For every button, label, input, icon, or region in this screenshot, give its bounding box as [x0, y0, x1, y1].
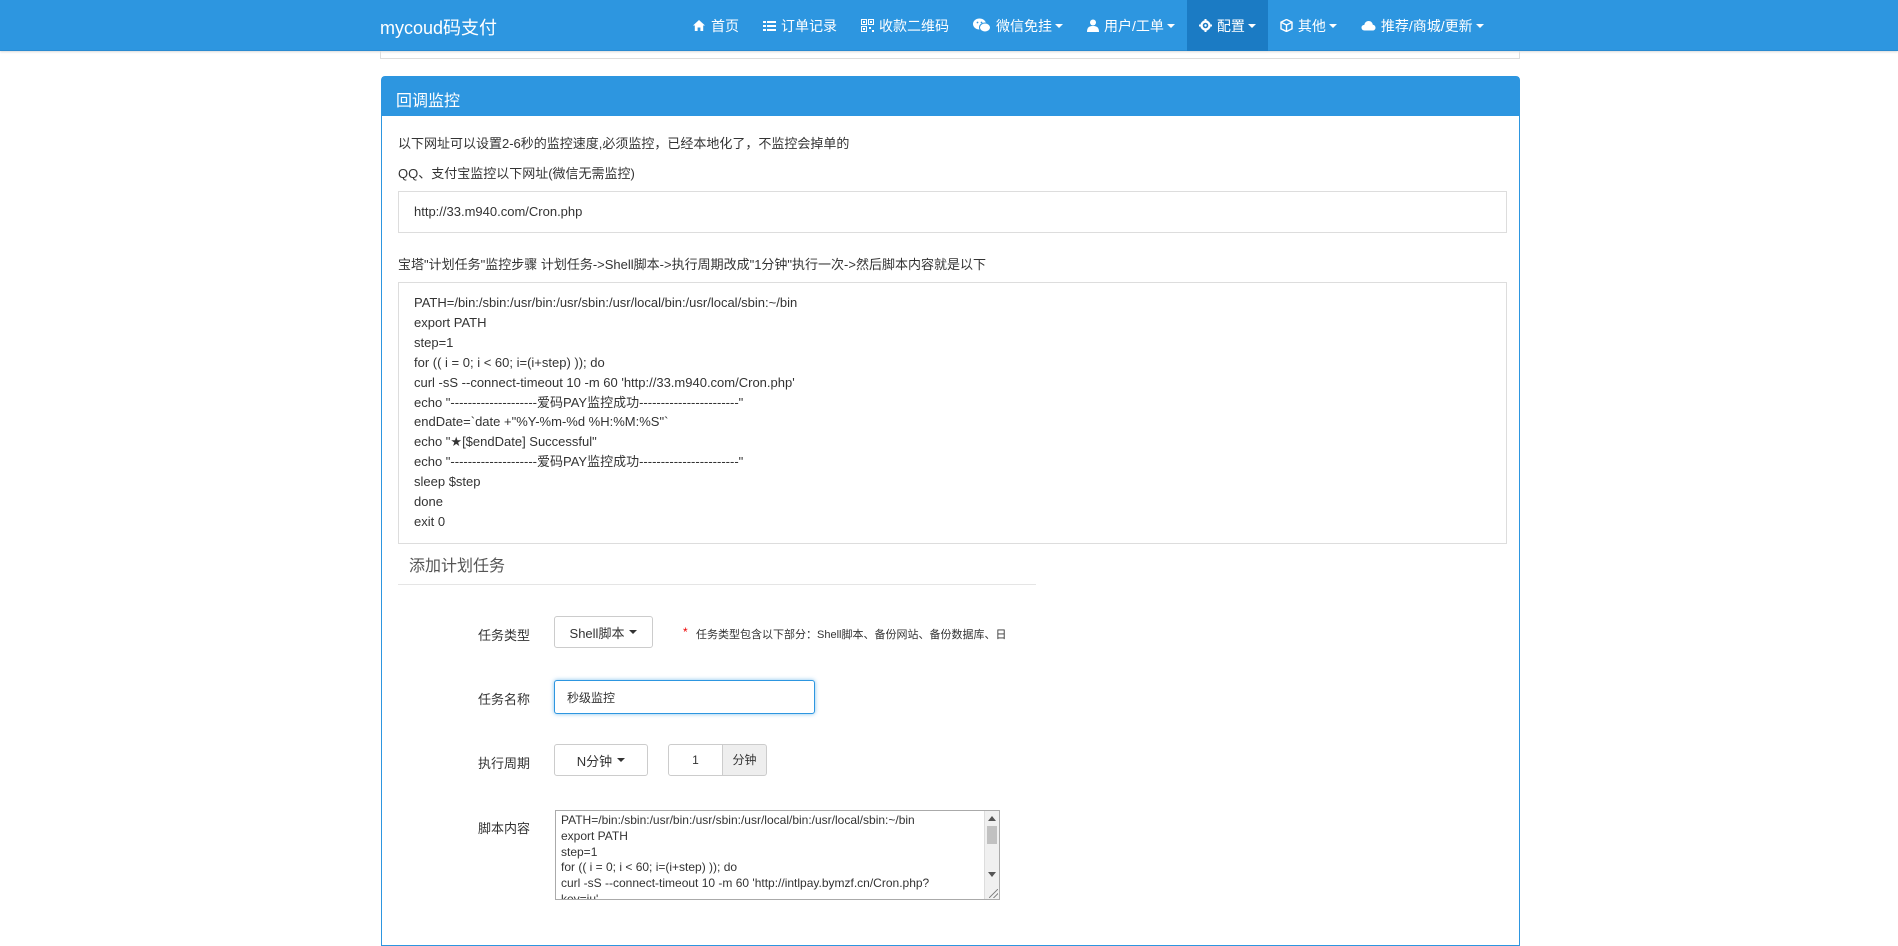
nav-users[interactable]: 用户/工单	[1075, 0, 1187, 51]
nav-wechat[interactable]: 微信免挂	[961, 0, 1075, 51]
code-line: echo "--------------------爱码PAY监控成功-----…	[414, 454, 744, 470]
user-icon	[1087, 19, 1099, 32]
script-line: for (( i = 0; i < 60; i=(i+step) )); do	[561, 860, 738, 875]
chevron-down-icon	[1166, 23, 1175, 28]
monitor-url-box[interactable]: http://33.m940.com/Cron.php	[398, 191, 1507, 233]
task-type-value: Shell脚本	[569, 625, 625, 641]
wechat-icon	[973, 18, 991, 33]
task-name-input[interactable]: 秒级监控	[554, 680, 815, 714]
script-line: export PATH	[561, 828, 628, 843]
monitor-url-notice: QQ、支付宝监控以下网址(微信无需监控)	[398, 166, 635, 181]
brand-title[interactable]: mycoud码支付	[380, 14, 497, 40]
task-type-hint: 任务类型包含以下部分：Shell脚本、备份网站、备份数据库、日	[696, 629, 1007, 641]
qrcode-icon	[861, 19, 874, 32]
code-line: curl -sS --connect-timeout 10 -m 60 'htt…	[414, 374, 795, 390]
previous-panel-edge	[380, 51, 1520, 59]
nav-home[interactable]: 首页	[680, 0, 751, 51]
nav-qrcode[interactable]: 收款二维码	[849, 0, 961, 51]
chevron-down-icon	[1055, 23, 1063, 28]
task-type-label: 任务类型	[478, 628, 531, 643]
monitor-notice: 以下网址可以设置2-6秒的监控速度,必须监控，已经本地化了，不监控会掉单的	[398, 136, 850, 151]
code-line: step=1	[414, 334, 454, 350]
script-line: PATH=/bin:/sbin:/usr/bin:/usr/sbin:/usr/…	[561, 813, 915, 827]
nav-other[interactable]: 其他	[1268, 0, 1349, 51]
period-number-input[interactable]: 1	[668, 744, 723, 776]
nav-config-label: 配置	[1216, 17, 1245, 34]
chevron-down-icon	[1247, 23, 1256, 28]
gear-icon	[1198, 19, 1212, 32]
code-line: PATH=/bin:/sbin:/usr/bin:/usr/sbin:/usr/…	[414, 295, 798, 310]
chevron-down-icon	[617, 758, 626, 762]
period-dropdown[interactable]: N分钟	[554, 744, 648, 776]
code-line: done	[414, 494, 443, 510]
period-label: 执行周期	[478, 756, 531, 771]
chevron-down-icon	[629, 630, 638, 634]
nav-home-label: 首页	[711, 17, 739, 34]
list-icon	[763, 20, 776, 31]
panel-title: 回调监控	[382, 77, 1519, 116]
add-task-title: 添加计划任务	[409, 558, 506, 575]
nav-users-label: 用户/工单	[1104, 17, 1164, 34]
nav-orders[interactable]: 订单记录	[751, 0, 849, 51]
nav-qrcode-label: 收款二维码	[879, 17, 949, 34]
code-line: export PATH	[414, 314, 487, 330]
scroll-thumb[interactable]	[987, 826, 997, 844]
cloud-icon	[1361, 21, 1376, 31]
main-nav: 首页 订单记录 收款二维码 微信免挂 用户/工单 配置 其他 推荐/商城/更新	[680, 0, 1496, 51]
task-type-dropdown[interactable]: Shell脚本	[554, 616, 653, 648]
scroll-down-icon[interactable]	[988, 872, 996, 877]
chevron-down-icon	[1475, 23, 1484, 28]
textarea-scrollbar[interactable]	[984, 811, 999, 899]
script-line: step=1	[561, 844, 598, 859]
script-line: key=ju'	[561, 891, 599, 900]
code-line: endDate=`date +"%Y-%m-%d %H:%M:%S"`	[414, 414, 669, 430]
code-line: for (( i = 0; i < 60; i=(i+step) )); do	[414, 354, 605, 370]
required-star: *	[683, 625, 688, 639]
nav-wechat-label: 微信免挂	[996, 17, 1052, 34]
callback-monitor-panel: 回调监控 以下网址可以设置2-6秒的监控速度,必须监控，已经本地化了，不监控会掉…	[381, 76, 1520, 946]
home-icon	[693, 20, 705, 31]
resize-handle-icon[interactable]	[989, 889, 998, 898]
code-line: echo "★[$endDate] Successful"	[414, 434, 597, 450]
top-navbar: mycoud码支付 首页 订单记录 收款二维码 微信免挂 用户/工单 配置 其他…	[0, 0, 1898, 51]
script-textarea[interactable]: PATH=/bin:/sbin:/usr/bin:/usr/sbin:/usr/…	[555, 810, 1000, 900]
nav-recommend-label: 推荐/商城/更新	[1380, 17, 1473, 34]
script-line: curl -sS --connect-timeout 10 -m 60 'htt…	[561, 876, 930, 891]
chevron-down-icon	[1328, 23, 1337, 28]
code-line: exit 0	[414, 513, 446, 529]
task-name-label: 任务名称	[478, 692, 531, 707]
code-line: echo "--------------------爱码PAY监控成功-----…	[414, 394, 744, 410]
period-unit-addon: 分钟	[722, 744, 767, 776]
code-line: sleep $step	[414, 474, 481, 490]
baota-steps-notice: 宝塔"计划任务"监控步骤 计划任务->Shell脚本->执行周期改成"1分钟"执…	[398, 257, 986, 272]
divider	[398, 584, 1036, 585]
period-value: N分钟	[576, 753, 613, 769]
scroll-up-icon[interactable]	[988, 816, 996, 821]
cube-icon	[1280, 19, 1293, 32]
shell-script-box[interactable]: PATH=/bin:/sbin:/usr/bin:/usr/sbin:/usr/…	[398, 282, 1507, 544]
script-label: 脚本内容	[478, 821, 531, 836]
nav-recommend[interactable]: 推荐/商城/更新	[1349, 0, 1496, 51]
nav-config[interactable]: 配置	[1186, 0, 1268, 51]
nav-other-label: 其他	[1297, 17, 1326, 34]
nav-orders-label: 订单记录	[781, 17, 837, 34]
